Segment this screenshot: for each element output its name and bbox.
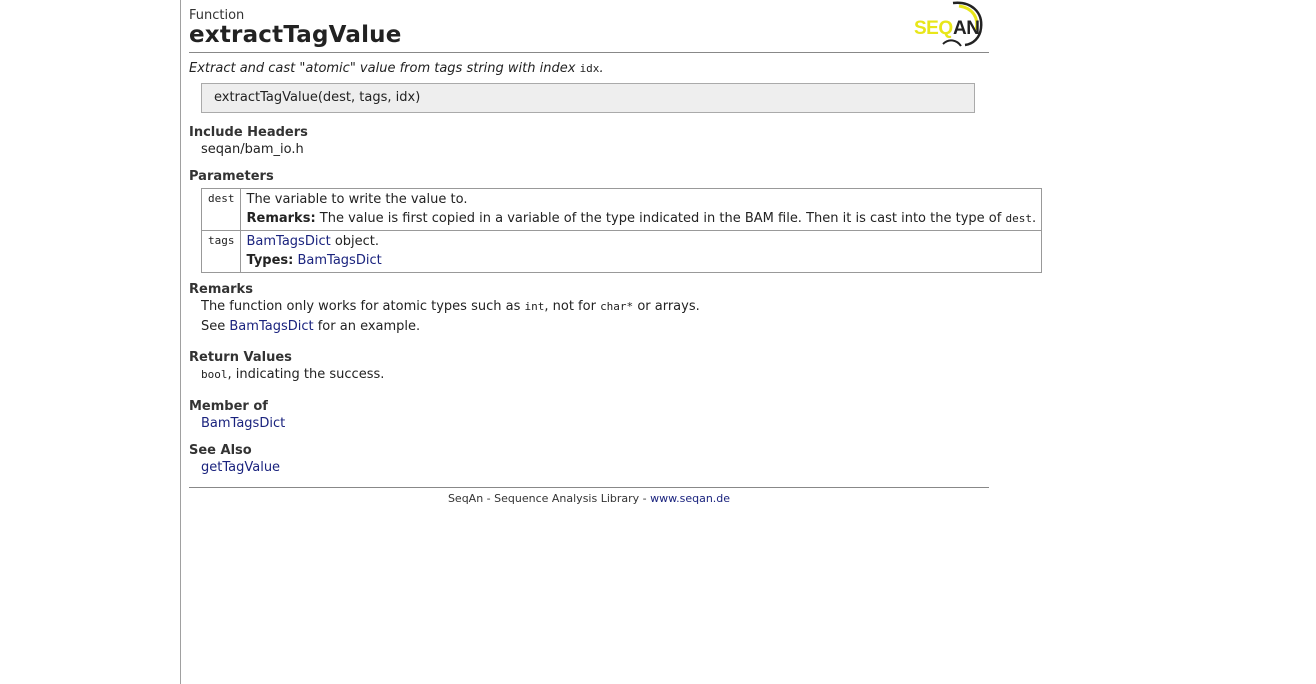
svg-text:AN: AN — [953, 18, 979, 39]
page-header: Function extractTagValue SEQ AN — [189, 0, 989, 53]
member-of-link[interactable]: BamTagsDict — [201, 416, 285, 431]
seqan-logo-icon[interactable]: SEQ AN — [913, 0, 985, 48]
remarks-code-char: char* — [600, 300, 634, 313]
remarks-see-text: See — [201, 319, 226, 334]
bamtagsdict-type-link[interactable]: BamTagsDict — [298, 253, 382, 268]
param-description-text: The variable to write the value to. — [246, 192, 468, 207]
bamtagsdict-link[interactable]: BamTagsDict — [247, 234, 331, 249]
see-also-link[interactable]: getTagValue — [201, 460, 280, 475]
param-types: Types: BamTagsDict — [247, 251, 1037, 270]
table-row: tags BamTagsDict object. Types: BamTagsD… — [201, 230, 1043, 273]
parameters-table: dest The variable to write the value to.… — [201, 188, 1043, 273]
summary-code: idx — [579, 62, 600, 75]
parameters-title: Parameters — [189, 169, 274, 184]
summary-text: Extract and cast "atomic" value from tag… — [189, 61, 576, 76]
footer-text: SeqAn - Sequence Analysis Library - — [447, 492, 647, 505]
svg-text:SEQ: SEQ — [914, 18, 953, 39]
param-description: The variable to write the value to. Rema… — [239, 188, 1043, 231]
return-text: , indicating the success. — [227, 367, 385, 382]
param-types-label: Types: — [246, 253, 294, 268]
remarks-title: Remarks — [189, 282, 253, 297]
remarks-text-c: or arrays. — [637, 299, 700, 314]
param-remarks-text: The value is first copied in a variable … — [319, 211, 1002, 226]
left-border-rule — [180, 0, 181, 684]
remarks-text-a: The function only works for atomic types… — [201, 299, 521, 314]
see-also-body: getTagValue — [201, 460, 280, 475]
page-title: extractTagValue — [189, 22, 402, 48]
include-headers-title: Include Headers — [189, 125, 308, 140]
footer-website-link[interactable]: www.seqan.de — [650, 492, 730, 505]
summary-end: . — [599, 61, 604, 76]
function-summary: Extract and cast "atomic" value from tag… — [189, 61, 604, 76]
param-remarks-end: . — [1031, 211, 1037, 226]
member-of-title: Member of — [189, 399, 268, 414]
entity-kind: Function — [189, 8, 245, 23]
table-row: dest The variable to write the value to.… — [201, 188, 1043, 231]
remarks-example-text: for an example. — [317, 319, 421, 334]
page-footer: SeqAn - Sequence Analysis Library - www.… — [189, 492, 989, 505]
return-values-title: Return Values — [189, 350, 292, 365]
remarks-code-int: int — [524, 300, 545, 313]
param-description-line: BamTagsDict object. — [247, 232, 1037, 251]
remarks-text-b: , not for — [544, 299, 596, 314]
return-code: bool — [201, 368, 228, 381]
param-remarks-label: Remarks: — [246, 211, 316, 226]
return-values-body: bool, indicating the success. — [201, 367, 384, 382]
remarks-bamtagsdict-link[interactable]: BamTagsDict — [229, 319, 313, 334]
param-remarks-code: dest — [1005, 212, 1032, 225]
include-header-value: seqan/bam_io.h — [201, 142, 304, 157]
function-signature: extractTagValue(dest, tags, idx) — [201, 83, 975, 113]
see-also-title: See Also — [189, 443, 252, 458]
param-remarks: Remarks: The value is first copied in a … — [247, 209, 1037, 228]
doc-page: Function extractTagValue SEQ AN Extract … — [189, 0, 1043, 505]
remarks-line-2: See BamTagsDict for an example. — [201, 319, 420, 334]
footer-divider — [189, 487, 989, 488]
param-name: dest — [201, 188, 241, 231]
param-description: BamTagsDict object. Types: BamTagsDict — [239, 230, 1043, 273]
member-of-body: BamTagsDict — [201, 416, 285, 431]
remarks-line-1: The function only works for atomic types… — [201, 299, 700, 314]
param-name: tags — [201, 230, 241, 273]
param-description-rest: object. — [330, 234, 380, 249]
